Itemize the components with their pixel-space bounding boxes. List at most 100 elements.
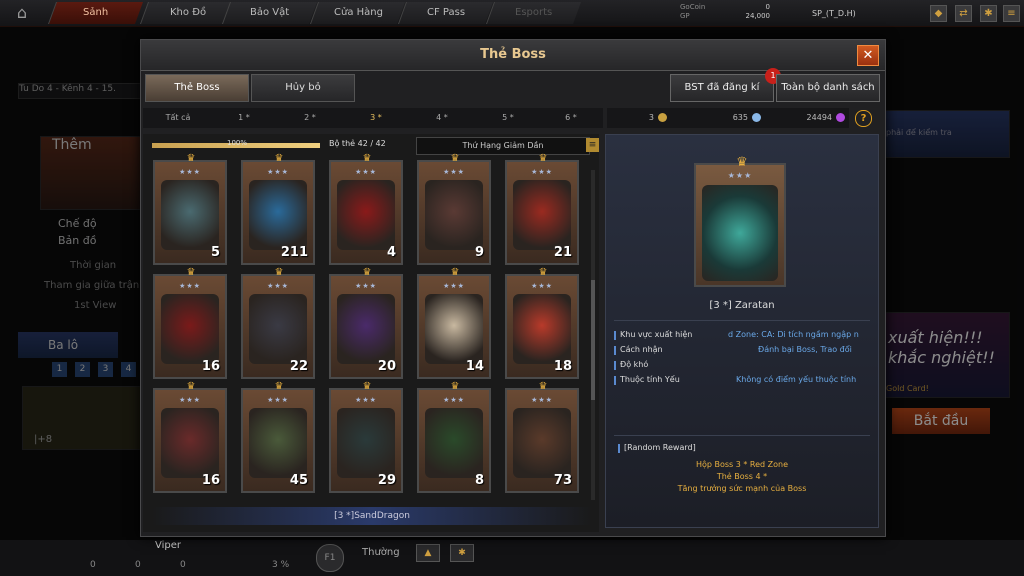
card-count: 20 bbox=[377, 359, 396, 374]
divider bbox=[614, 435, 870, 436]
star-filter-row: Tất cả 1 * 2 * 3 * 4 * 5 * 6 * bbox=[143, 108, 603, 128]
f1-icon[interactable]: F1 bbox=[316, 544, 344, 572]
crown-icon: ♛ bbox=[186, 381, 196, 392]
boss-card[interactable]: ♛ ★★★ 5 bbox=[153, 154, 227, 265]
boss-card[interactable]: ♛ ★★★ 16 bbox=[153, 268, 227, 379]
tab-cancel[interactable]: Hủy bỏ bbox=[251, 74, 355, 102]
nav-tab-label: Bảo Vật bbox=[250, 7, 290, 18]
nav-tab-inventory[interactable]: Kho Đồ bbox=[139, 2, 236, 24]
nav-tab-treasure[interactable]: Bảo Vật bbox=[221, 2, 318, 24]
boss-card[interactable]: ♛ ★★★ 4 bbox=[329, 154, 403, 265]
modal-title: Thẻ Boss bbox=[480, 47, 546, 62]
filter-6-star[interactable]: 6 * bbox=[539, 108, 603, 128]
boss-art bbox=[513, 294, 571, 364]
resource-crystals: 635 bbox=[691, 108, 761, 128]
boss-card[interactable]: ♛ ★★★ 9 bbox=[417, 154, 491, 265]
boss-card[interactable]: ♛ ★★★ 21 bbox=[505, 154, 579, 265]
filter-all[interactable]: Tất cả bbox=[143, 108, 213, 128]
swap-icon[interactable]: ⇄ bbox=[955, 5, 972, 22]
crown-icon: ♛ bbox=[274, 267, 284, 278]
filter-4-star[interactable]: 4 * bbox=[407, 108, 477, 128]
nav-tab-label: CF Pass bbox=[426, 7, 466, 18]
boss-art bbox=[513, 408, 571, 478]
boss-card[interactable]: ♛ ★★★ 20 bbox=[329, 268, 403, 379]
filter-2-star[interactable]: 2 * bbox=[275, 108, 345, 128]
star-rating-icon: ★★★ bbox=[267, 282, 289, 290]
card-count: 16 bbox=[201, 359, 220, 374]
home-icon[interactable]: ⌂ bbox=[12, 4, 32, 22]
sort-dropdown[interactable]: Thứ Hạng Giảm Dần bbox=[416, 137, 590, 155]
scroll-thumb[interactable] bbox=[591, 280, 595, 400]
progress-percent: 100% bbox=[227, 139, 248, 147]
nav-tab-label: Esports bbox=[515, 7, 553, 18]
boss-card[interactable]: ♛ ★★★ 73 bbox=[505, 382, 579, 493]
close-icon[interactable]: ✕ bbox=[857, 45, 879, 66]
star-rating-icon: ★★★ bbox=[443, 168, 465, 176]
top-nav-bar: ⌂ Sảnh Kho Đồ Bảo Vật Cửa Hàng CF Pass E… bbox=[0, 0, 1024, 27]
boss-card[interactable]: ♛ ★★★ 22 bbox=[241, 268, 315, 379]
filter-3-star[interactable]: 3 * bbox=[341, 108, 411, 128]
star-rating-icon: ★★★ bbox=[179, 396, 201, 404]
crown-icon: ♛ bbox=[362, 267, 372, 278]
menu-icon[interactable]: ≡ bbox=[1003, 5, 1020, 22]
mode-button[interactable]: Thường bbox=[362, 547, 400, 558]
boss-card[interactable]: ♛ ★★★ 211 bbox=[241, 154, 315, 265]
nav-tab-shop[interactable]: Cửa Hàng bbox=[309, 2, 406, 24]
token-icon bbox=[658, 113, 667, 122]
crown-icon: ♛ bbox=[450, 381, 460, 392]
card-count: 8 bbox=[474, 473, 484, 488]
boss-art bbox=[425, 408, 483, 478]
full-list-button[interactable]: Toàn bộ danh sách bbox=[776, 74, 880, 102]
crown-icon: ♛ bbox=[450, 267, 460, 278]
boss-art bbox=[161, 294, 219, 364]
crown-icon: ♛ bbox=[736, 155, 748, 170]
card-count: 9 bbox=[474, 245, 484, 260]
filter-5-star[interactable]: 5 * bbox=[473, 108, 543, 128]
star-rating-icon: ★★★ bbox=[267, 168, 289, 176]
crown-icon: ♛ bbox=[362, 153, 372, 164]
nav-tab-esports[interactable]: Esports bbox=[485, 2, 582, 24]
card-count: 16 bbox=[201, 473, 220, 488]
star-rating-icon: ★★★ bbox=[531, 168, 553, 176]
boss-card[interactable]: ♛ ★★★ 14 bbox=[417, 268, 491, 379]
info-label-weakness: Thuộc tính Yếu bbox=[614, 375, 680, 385]
boss-card[interactable]: ♛ ★★★ 45 bbox=[241, 382, 315, 493]
crystal-icon bbox=[752, 113, 761, 122]
boss-card[interactable]: ♛ ★★★ 8 bbox=[417, 382, 491, 493]
currency-values: 0 24,000 bbox=[745, 3, 771, 20]
boss-art bbox=[513, 180, 571, 250]
gem-icon bbox=[836, 113, 845, 122]
card-count: 29 bbox=[377, 473, 396, 488]
help-icon[interactable]: ? bbox=[855, 110, 872, 127]
star-rating-icon: ★★★ bbox=[355, 282, 377, 290]
info-label-zone: Khu vực xuất hiện bbox=[613, 330, 693, 340]
nav-tab-lobby[interactable]: Sảnh bbox=[47, 2, 144, 24]
card-count: 14 bbox=[465, 359, 484, 374]
boss-card[interactable]: ♛ ★★★ 29 bbox=[329, 382, 403, 493]
info-label-difficulty: Độ khó bbox=[613, 360, 649, 370]
weapon-name: Viper bbox=[155, 540, 182, 551]
resource-boss-tokens: 3 bbox=[611, 108, 667, 128]
player-name: SP_(T_D.H) bbox=[812, 9, 856, 18]
sort-menu-icon[interactable]: ≡ bbox=[586, 138, 599, 152]
boss-art bbox=[161, 408, 219, 478]
up-icon[interactable]: ▲ bbox=[416, 544, 440, 562]
card-count: 21 bbox=[553, 245, 572, 260]
gear-icon[interactable]: ✱ bbox=[980, 5, 997, 22]
stat-percent: 3 % bbox=[272, 560, 290, 570]
settings-icon[interactable]: ✱ bbox=[450, 544, 474, 562]
filter-1-star[interactable]: 1 * bbox=[209, 108, 279, 128]
divider bbox=[614, 320, 870, 321]
card-grid-scrollbar[interactable] bbox=[591, 170, 595, 500]
crown-icon: ♛ bbox=[538, 267, 548, 278]
boss-art bbox=[249, 294, 307, 364]
nav-tab-label: Sảnh bbox=[83, 7, 109, 18]
boss-card[interactable]: ♛ ★★★ 18 bbox=[505, 268, 579, 379]
registered-collection-button[interactable]: BST đã đăng kí bbox=[670, 74, 774, 102]
nav-tab-cfpass[interactable]: CF Pass bbox=[397, 2, 494, 24]
boss-card[interactable]: ♛ ★★★ 16 bbox=[153, 382, 227, 493]
resource-gems: 24494 bbox=[771, 108, 845, 128]
boss-art bbox=[337, 408, 395, 478]
shield-icon[interactable]: ◆ bbox=[930, 5, 947, 22]
tab-boss-card[interactable]: Thẻ Boss bbox=[145, 74, 249, 102]
